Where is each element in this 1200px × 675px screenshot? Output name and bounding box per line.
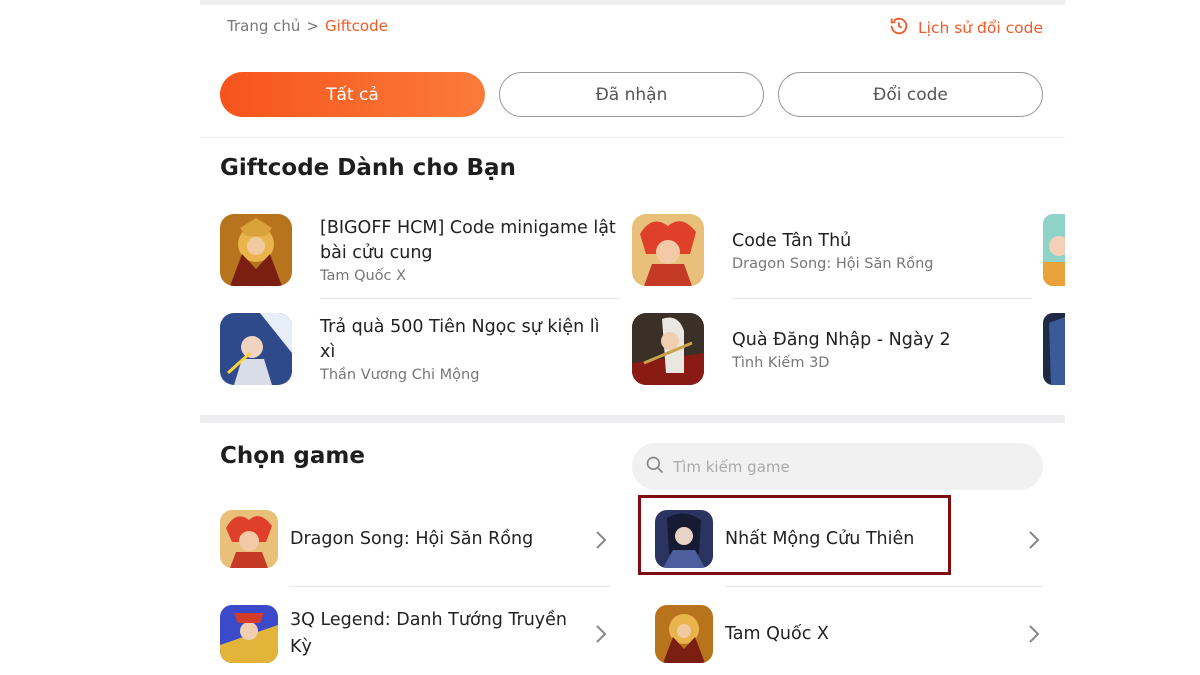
giftcode-title: Trả quà 500 Tiên Ngọc sự kiện lì xì	[320, 317, 600, 362]
tab-redeem[interactable]: Đổi code	[778, 72, 1043, 117]
giftcode-title: [BIGOFF HCM] Code minigame lật bài cửu c…	[320, 218, 616, 263]
divider	[725, 586, 1043, 587]
giftcode-section-title: Giftcode Dành cho Bạn	[220, 155, 516, 181]
tab-all[interactable]: Tất cả	[220, 72, 485, 117]
game-name: Dragon Song: Hội Săn Rồng	[290, 528, 534, 549]
giftcode-title: Quà Đăng Nhập - Ngày 2	[732, 329, 951, 350]
game-thumbnail[interactable]	[1043, 313, 1065, 385]
choose-game-title: Chọn game	[220, 443, 365, 469]
breadcrumb-current: Giftcode	[324, 17, 388, 35]
divider	[200, 137, 1065, 138]
game-thumbnail[interactable]	[1043, 214, 1065, 286]
chevron-right-icon[interactable]	[594, 530, 608, 550]
game-thumbnail	[220, 214, 292, 286]
game-name: 3Q Legend: Danh Tướng Truyền Kỳ	[290, 610, 568, 657]
giftcode-item[interactable]: Quà Đăng Nhập - Ngày 2 Tình Kiếm 3D	[632, 313, 1032, 385]
history-clock-icon	[888, 15, 910, 41]
divider	[732, 298, 1032, 299]
giftcode-item[interactable]: Trả quà 500 Tiên Ngọc sự kiện lì xì Thần…	[220, 313, 620, 385]
giftcode-game: Tình Kiếm 3D	[732, 354, 830, 371]
search-input[interactable]	[673, 457, 1013, 476]
giftcode-game: Dragon Song: Hội Săn Rồng	[732, 255, 934, 272]
game-list-item[interactable]: 3Q Legend: Danh Tướng Truyền Kỳ	[220, 605, 580, 663]
game-thumbnail	[220, 605, 278, 663]
divider	[290, 586, 610, 587]
history-link-label: Lịch sử đổi code	[918, 19, 1043, 37]
chevron-right-icon[interactable]	[1027, 530, 1041, 550]
chevron-right-icon[interactable]	[594, 624, 608, 644]
tab-received[interactable]: Đã nhận	[499, 72, 764, 117]
game-list-item[interactable]: Tam Quốc X	[655, 605, 829, 663]
giftcode-game: Tam Quốc X	[320, 268, 407, 284]
giftcode-item[interactable]: Code Tân Thủ Dragon Song: Hội Săn Rồng	[632, 214, 1032, 286]
game-thumbnail	[655, 605, 713, 663]
game-thumbnail	[220, 313, 292, 385]
divider	[320, 298, 620, 299]
game-thumbnail	[220, 510, 278, 568]
search-icon	[645, 455, 665, 479]
game-thumbnail	[632, 214, 704, 286]
chevron-right-icon[interactable]	[1027, 624, 1041, 644]
game-thumbnail	[632, 313, 704, 385]
giftcode-item[interactable]: [BIGOFF HCM] Code minigame lật bài cửu c…	[220, 214, 620, 286]
game-name: Tam Quốc X	[725, 623, 829, 644]
breadcrumb-home[interactable]: Trang chủ	[227, 17, 300, 35]
breadcrumb-separator: >	[306, 17, 319, 35]
giftcode-title: Code Tân Thủ	[732, 230, 852, 251]
tab-bar: Tất cả Đã nhận Đổi code	[220, 72, 1043, 117]
game-search[interactable]	[632, 443, 1043, 490]
giftcode-game: Thần Vương Chi Mộng	[320, 367, 480, 383]
highlight-box	[638, 495, 951, 575]
breadcrumb: Trang chủ > Giftcode	[227, 17, 388, 35]
history-link[interactable]: Lịch sử đổi code	[888, 15, 1043, 41]
game-list-item[interactable]: Dragon Song: Hội Săn Rồng	[220, 510, 533, 568]
